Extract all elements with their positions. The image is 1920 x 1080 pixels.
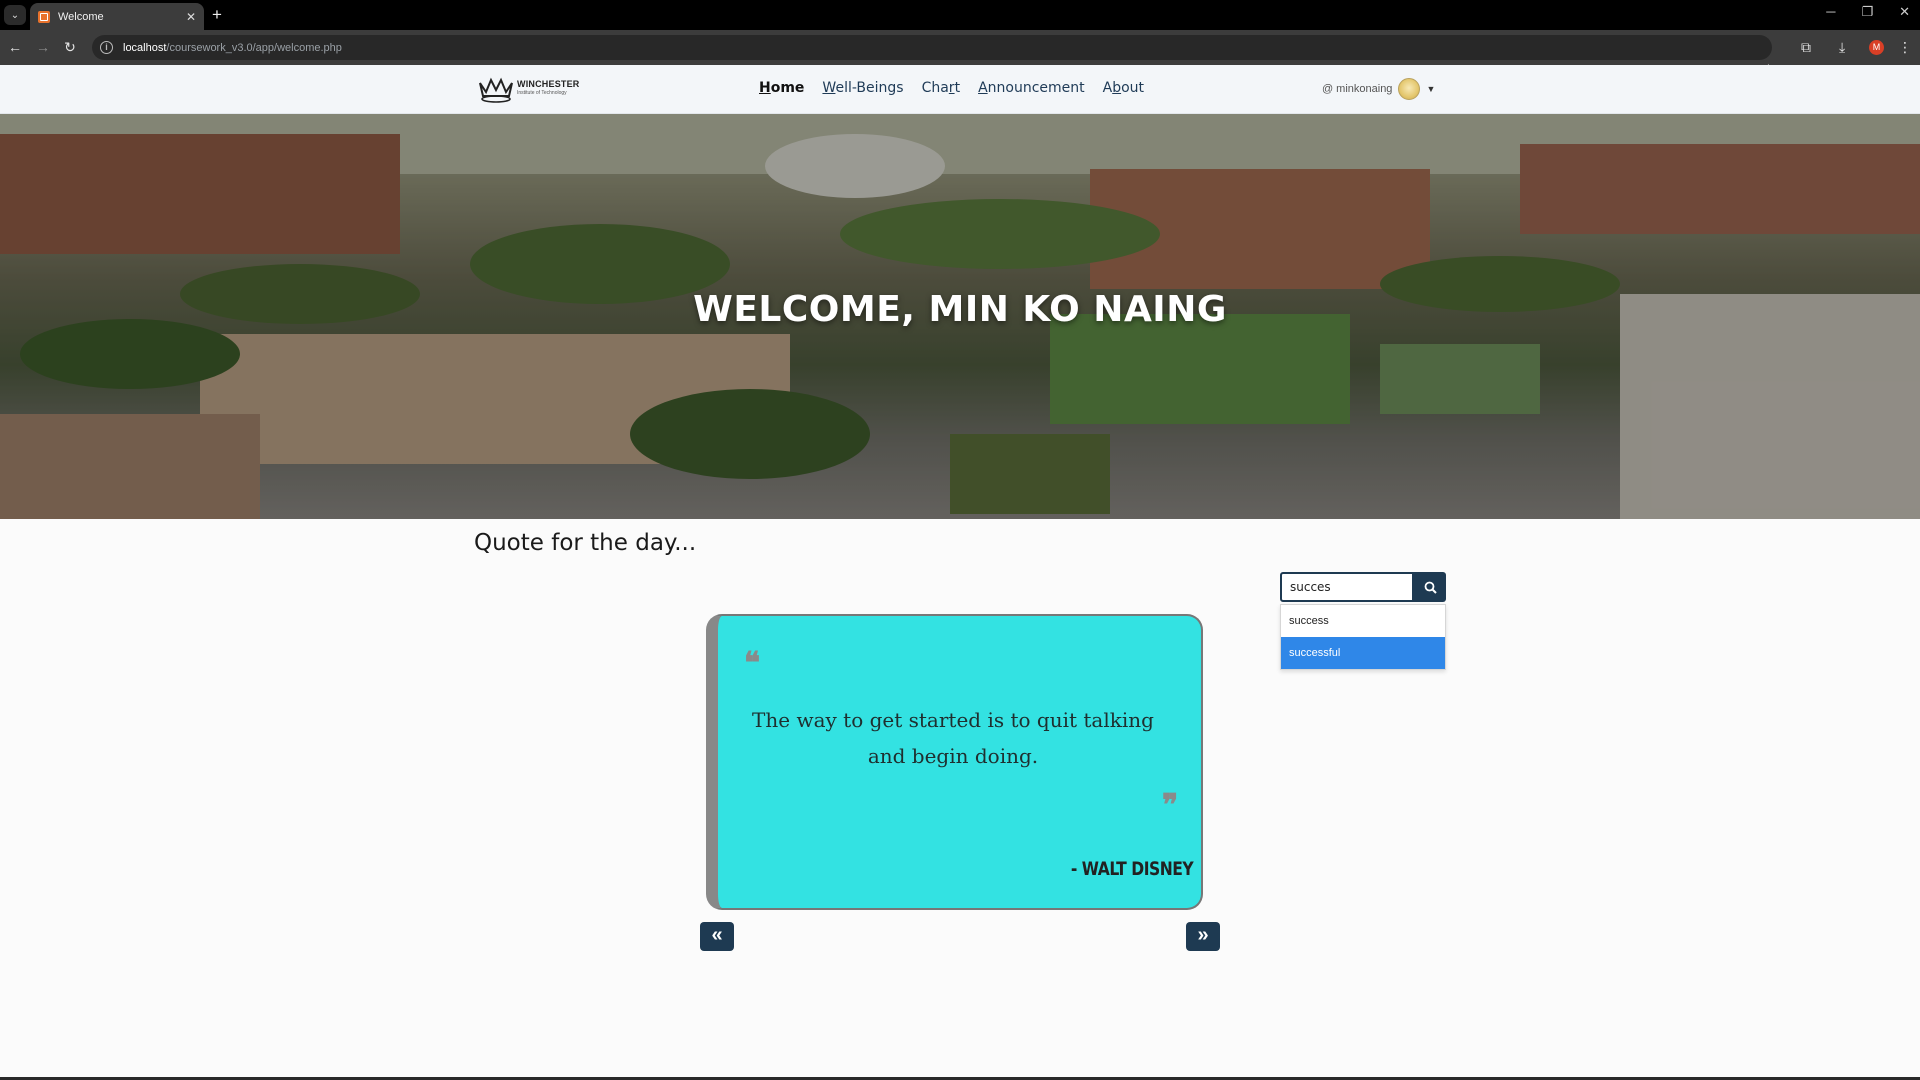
nav-home[interactable]: Home	[759, 80, 804, 96]
crown-logo-icon	[479, 77, 513, 103]
nav-chart[interactable]: Chart	[922, 80, 961, 96]
tab-title: Welcome	[58, 10, 104, 23]
open-quote-icon: ❝	[744, 646, 761, 681]
browser-tabbar: ⌄ Welcome ✕ + ─ ❐ ✕	[0, 0, 1920, 30]
quote-card: ❝ The way to get started is to quit talk…	[706, 614, 1203, 910]
url-path: /coursework_v3.0/app/welcome.php	[166, 41, 342, 54]
close-tab-icon[interactable]: ✕	[186, 10, 196, 24]
tab-search-icon[interactable]: ⌄	[4, 5, 26, 25]
profile-avatar[interactable]: M	[1869, 40, 1884, 55]
browser-menu-icon[interactable]: ⋮	[1898, 38, 1912, 56]
extensions-icon[interactable]: ⧉	[1801, 38, 1811, 56]
restore-icon[interactable]: ❐	[1861, 4, 1873, 20]
download-icon[interactable]: ⤓	[1839, 38, 1845, 56]
browser-toolbar: ← → ↻ i localhost/coursework_v3.0/app/we…	[0, 30, 1920, 77]
address-bar[interactable]: i localhost/coursework_v3.0/app/welcome.…	[92, 35, 1772, 60]
reload-icon[interactable]: ↻	[61, 38, 79, 56]
previous-quote-button[interactable]: «	[700, 922, 734, 951]
nav-announcement[interactable]: Announcement	[978, 80, 1085, 96]
nav-well-beings[interactable]: Well-Beings	[822, 80, 903, 96]
hero-banner: WELCOME, MIN KO NAING	[0, 114, 1920, 519]
logo-subtitle: Institute of Technology	[517, 90, 567, 96]
at-icon: @	[1322, 83, 1334, 95]
next-quote-button[interactable]: »	[1186, 922, 1220, 951]
welcome-title: WELCOME, MIN KO NAING	[693, 289, 1227, 330]
quote-author: - WALT DISNEY	[1070, 858, 1194, 880]
minimize-icon[interactable]: ─	[1826, 4, 1835, 20]
close-quote-icon: ❞	[1162, 788, 1179, 823]
app-navbar: WINCHESTER Institute of Technology Home …	[0, 65, 1920, 114]
logo-name: WINCHESTER	[517, 79, 580, 89]
url-host: localhost	[123, 41, 167, 54]
search-button[interactable]	[1414, 572, 1446, 602]
avatar	[1398, 78, 1421, 100]
username: minkonaing	[1336, 83, 1393, 95]
window-close-icon[interactable]: ✕	[1899, 4, 1910, 20]
search-icon	[1424, 581, 1437, 594]
new-tab-icon[interactable]: +	[212, 5, 222, 25]
search-input[interactable]	[1280, 572, 1414, 602]
site-info-icon[interactable]: i	[100, 41, 113, 54]
quote-search: success successful	[1280, 572, 1446, 670]
main-nav: Home Well-Beings Chart Announcement Abou…	[759, 80, 1144, 96]
quote-section-heading: Quote for the day...	[474, 530, 697, 556]
autocomplete-item[interactable]: successful	[1281, 637, 1445, 669]
site-favicon-icon	[38, 10, 50, 23]
forward-icon[interactable]: →	[34, 38, 52, 56]
site-logo[interactable]: WINCHESTER Institute of Technology	[477, 75, 580, 103]
autocomplete-list: success successful	[1280, 604, 1446, 670]
browser-tab[interactable]: Welcome ✕	[30, 3, 204, 30]
caret-down-icon: ▼	[1426, 84, 1436, 94]
autocomplete-item[interactable]: success	[1281, 605, 1445, 637]
nav-about[interactable]: About	[1103, 80, 1144, 96]
quote-text: The way to get started is to quit talkin…	[752, 708, 1154, 768]
user-menu[interactable]: @ minkonaing ▼	[1322, 78, 1435, 100]
back-icon[interactable]: ←	[6, 38, 24, 56]
